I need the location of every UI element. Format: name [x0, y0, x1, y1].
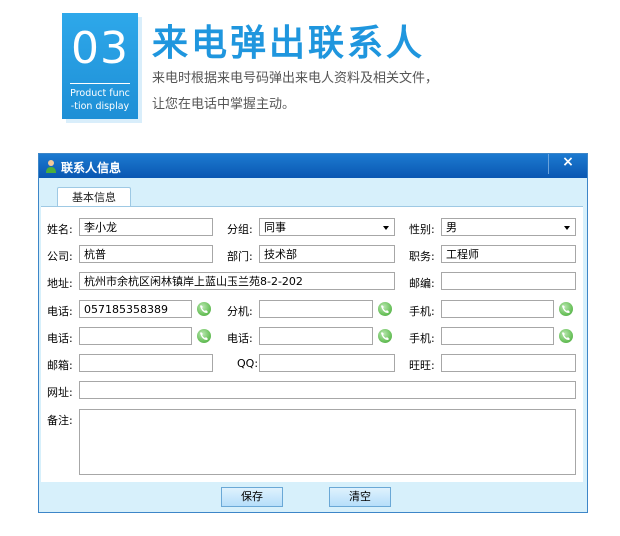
badge-number: 03	[71, 23, 129, 74]
notes-textarea[interactable]	[79, 409, 576, 475]
ext1-label: 分机:	[227, 305, 253, 318]
name-input[interactable]: 李小龙	[79, 218, 213, 236]
group-select-value: 同事	[264, 221, 286, 234]
chevron-down-icon	[564, 226, 570, 230]
feature-badge: 03 Product func -tion display	[62, 13, 138, 119]
qq-label: QQ:	[237, 357, 259, 370]
phone2-input[interactable]	[79, 327, 192, 345]
form-panel: 姓名: 李小龙 分组: 同事 性别: 男 公司: 杭普 部门: 技术部 职务: …	[41, 206, 583, 483]
phone1-label: 电话:	[47, 305, 73, 318]
description-line1: 来电时根据来电号码弹出来电人资料及相关文件，	[152, 71, 439, 86]
person-icon	[46, 160, 56, 173]
website-input[interactable]	[79, 381, 576, 399]
website-label: 网址:	[47, 386, 73, 399]
mobile2-input[interactable]	[441, 327, 554, 345]
postcode-input[interactable]	[441, 272, 576, 290]
badge-divider	[70, 83, 130, 84]
wangwang-label: 旺旺:	[409, 359, 435, 372]
badge-subtitle: Product func -tion display	[66, 87, 134, 113]
phone-icon[interactable]	[559, 329, 573, 343]
feature-description: 来电时根据来电号码弹出来电人资料及相关文件， 让您在电话中掌握主动。	[152, 66, 438, 118]
phone-icon[interactable]	[197, 329, 211, 343]
clear-button[interactable]: 清空	[329, 487, 391, 507]
description-line2: 让您在电话中掌握主动。	[152, 97, 296, 112]
page-title: 来电弹出联系人	[152, 23, 426, 64]
badge-subtitle-line2: -tion display	[70, 101, 130, 112]
gender-select-value: 男	[446, 221, 457, 234]
chevron-down-icon	[383, 226, 389, 230]
dept-input[interactable]: 技术部	[259, 245, 395, 263]
address-input[interactable]: 杭州市余杭区闲林镇岸上蓝山玉兰苑8-2-202	[79, 272, 395, 290]
gender-label: 性别:	[409, 223, 435, 236]
email-label: 邮箱:	[47, 359, 73, 372]
ext1-input[interactable]	[259, 300, 373, 318]
dept-label: 部门:	[227, 250, 253, 263]
phone-icon[interactable]	[197, 302, 211, 316]
phone-icon[interactable]	[559, 302, 573, 316]
company-input[interactable]: 杭普	[79, 245, 213, 263]
group-select[interactable]: 同事	[259, 218, 395, 236]
phone3-label: 电话:	[227, 332, 253, 345]
badge-subtitle-line1: Product func	[70, 88, 130, 99]
phone-icon[interactable]	[378, 329, 392, 343]
wangwang-input[interactable]	[441, 354, 576, 372]
phone-icon[interactable]	[378, 302, 392, 316]
save-button[interactable]: 保存	[221, 487, 283, 507]
button-bar: 保存 清空	[39, 482, 587, 512]
company-label: 公司:	[47, 250, 73, 263]
phone2-label: 电话:	[47, 332, 73, 345]
qq-input[interactable]	[259, 354, 395, 372]
contact-info-window: 联系人信息 × 基本信息 姓名: 李小龙 分组: 同事 性别: 男 公司: 杭普…	[38, 153, 588, 513]
phone1-input[interactable]: 057185358389	[79, 300, 192, 318]
position-label: 职务:	[409, 250, 435, 263]
tab-strip: 基本信息	[39, 178, 587, 209]
window-title: 联系人信息	[61, 161, 122, 175]
notes-label: 备注:	[47, 414, 73, 427]
position-input[interactable]: 工程师	[441, 245, 576, 263]
postcode-label: 邮编:	[409, 277, 435, 290]
address-label: 地址:	[47, 277, 73, 290]
close-button[interactable]: ×	[548, 154, 587, 174]
mobile1-input[interactable]	[441, 300, 554, 318]
email-input[interactable]	[79, 354, 213, 372]
window-titlebar[interactable]: 联系人信息 ×	[39, 154, 587, 178]
gender-select[interactable]: 男	[441, 218, 576, 236]
mobile1-label: 手机:	[409, 305, 435, 318]
group-label: 分组:	[227, 223, 253, 236]
name-label: 姓名:	[47, 223, 73, 236]
phone3-input[interactable]	[259, 327, 373, 345]
mobile2-label: 手机:	[409, 332, 435, 345]
